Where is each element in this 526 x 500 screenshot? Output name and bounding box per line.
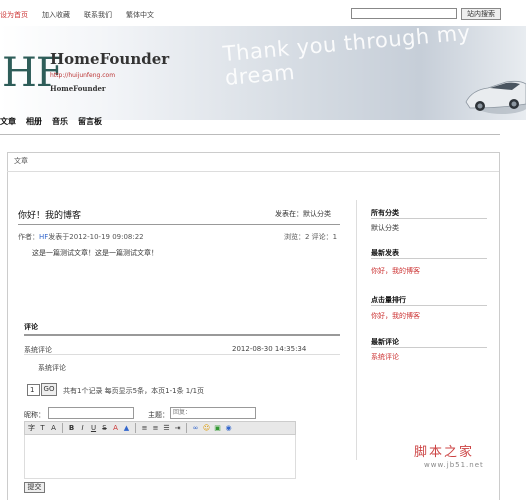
font-icon[interactable]: 字 (27, 424, 36, 433)
breadcrumb-box (7, 152, 500, 172)
indent-icon[interactable]: ⇥ (173, 424, 182, 433)
post-date: 发表于2012-10-19 09:08:22 (48, 233, 144, 241)
comment-text: 系统评论 (38, 364, 66, 372)
comments-heading: 评论 (24, 323, 38, 331)
header-banner: HF HomeFounder http://huijunfeng.com Hom… (0, 21, 526, 120)
subject-label: 主题： (148, 411, 169, 419)
add-favorite-link[interactable]: 加入收藏 (42, 10, 70, 20)
sidebar-rule (371, 258, 487, 259)
post-title-divider (18, 224, 340, 225)
site-subtitle: HomeFounder (50, 84, 106, 93)
nav-articles[interactable]: 文章 (0, 116, 16, 127)
sidebar-latest-item[interactable]: 你好，我的博客 (371, 266, 420, 276)
frame-right-border (499, 152, 500, 500)
editor-toolbar: 字 T A B I U S A ▲ ≡ ≡ ☰ ⇥ ∞ ☺ ▣ ◉ (24, 421, 296, 435)
nav-guestbook[interactable]: 留言板 (78, 116, 102, 127)
pager-info: 共有1个记录 每页显示5条，本页1-1条 1/1页 (63, 387, 205, 395)
sidebar-rule (371, 347, 487, 348)
hot-heading: 点击量排行 (371, 296, 406, 304)
recent-comments-heading: 最新评论 (371, 338, 399, 346)
top-links: 设为首页 加入收藏 联系我们 繁体中文 (0, 10, 154, 20)
underline-icon[interactable]: U (89, 424, 98, 433)
car-image (465, 80, 526, 114)
comments-divider (24, 334, 340, 336)
contact-link[interactable]: 联系我们 (84, 10, 112, 20)
comment-time: 2012-08-30 14:35:34 (232, 345, 307, 353)
nav-divider (0, 134, 500, 135)
watermark-site: www.jb51.net (424, 461, 484, 469)
subject-input[interactable]: 回复： (170, 407, 256, 419)
post-meta: 作者：HF发表于2012-10-19 09:08:22 (18, 232, 144, 242)
sidebar-rule (371, 218, 487, 219)
sidebar-divider (356, 200, 357, 460)
post-title[interactable]: 你好！我的博客 (18, 208, 81, 221)
highlight-icon[interactable]: ▲ (122, 424, 131, 433)
submit-button[interactable]: 提交 (24, 482, 45, 493)
sidebar-hot-item[interactable]: 你好，我的博客 (371, 311, 420, 321)
list-icon[interactable]: ☰ (162, 424, 171, 433)
image-icon[interactable]: ▣ (213, 424, 222, 433)
post-body: 这是一篇测试文章！这是一篇测试文章！ (32, 249, 158, 257)
strikethrough-icon[interactable]: S (100, 424, 109, 433)
main-nav: 文章 相册 音乐 留言板 (0, 116, 102, 127)
font-color-icon[interactable]: A (49, 424, 58, 433)
text-color-icon[interactable]: A (111, 424, 120, 433)
italic-icon[interactable]: I (78, 424, 87, 433)
page-go-button[interactable]: GO (41, 383, 57, 396)
sidebar-rule (371, 305, 487, 306)
align-center-icon[interactable]: ≡ (151, 424, 160, 433)
post-category[interactable]: 发表在：默认分类 (275, 209, 331, 219)
link-icon[interactable]: ∞ (191, 424, 200, 433)
latest-heading: 最新发表 (371, 249, 399, 257)
flash-icon[interactable]: ◉ (224, 424, 233, 433)
sidebar-comment-item[interactable]: 系统评论 (371, 352, 399, 362)
post-author[interactable]: HF (39, 233, 48, 241)
toolbar-separator (186, 423, 187, 433)
name-input[interactable] (48, 407, 134, 419)
comment-editor[interactable] (24, 435, 296, 479)
bold-icon[interactable]: B (67, 424, 76, 433)
emoticon-icon[interactable]: ☺ (202, 424, 211, 433)
categories-heading: 所有分类 (371, 209, 399, 217)
toolbar-separator (135, 423, 136, 433)
font-size-icon[interactable]: T (38, 424, 47, 433)
nav-music[interactable]: 音乐 (52, 116, 68, 127)
traditional-chinese-link[interactable]: 繁体中文 (126, 10, 154, 20)
comment-divider (24, 354, 340, 355)
search-input[interactable] (351, 8, 457, 19)
page-number-input[interactable]: 1 (27, 384, 40, 396)
align-left-icon[interactable]: ≡ (140, 424, 149, 433)
frame-divider (7, 171, 500, 172)
post-stats: 浏览：2 评论：1 (284, 233, 338, 241)
watermark-brand: 脚本之家 (414, 445, 475, 460)
toolbar-separator (62, 423, 63, 433)
site-title[interactable]: HomeFounder (50, 50, 169, 68)
sidebar-category-item[interactable]: 默认分类 (371, 223, 399, 233)
set-homepage-link[interactable]: 设为首页 (0, 10, 28, 20)
site-url[interactable]: http://huijunfeng.com (50, 72, 115, 79)
frame-left-border (7, 172, 8, 500)
author-label: 作者： (18, 233, 39, 241)
breadcrumb[interactable]: 文章 (14, 156, 28, 166)
name-label: 昵称： (24, 411, 45, 419)
nav-albums[interactable]: 相册 (26, 116, 42, 127)
